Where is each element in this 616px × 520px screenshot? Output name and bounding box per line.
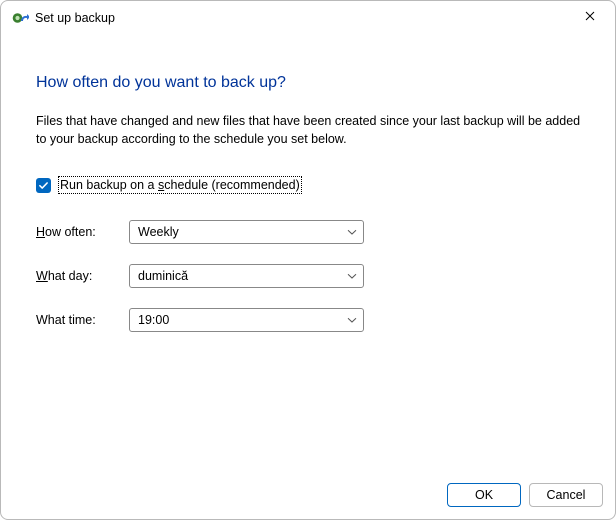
content-area: How often do you want to back up? Files … (36, 74, 587, 352)
schedule-checkbox-label[interactable]: Run backup on a schedule (recommended) (58, 176, 302, 194)
schedule-checkbox[interactable] (36, 178, 51, 193)
dialog-footer: OK Cancel (447, 483, 603, 507)
titlebar: Set up backup (1, 1, 615, 35)
description-text: Files that have changed and new files th… (36, 112, 587, 148)
close-icon (585, 11, 595, 21)
window-title: Set up backup (35, 11, 115, 25)
checkmark-icon (38, 180, 49, 191)
chevron-down-icon (347, 227, 357, 237)
cancel-button[interactable]: Cancel (529, 483, 603, 507)
chevron-down-icon (347, 315, 357, 325)
close-button[interactable] (571, 4, 609, 28)
page-title: How often do you want to back up? (36, 74, 587, 92)
schedule-checkbox-row: Run backup on a schedule (recommended) (36, 176, 587, 194)
how-often-select[interactable]: Weekly (129, 220, 364, 244)
chevron-down-icon (347, 271, 357, 281)
what-day-label: What day: (36, 269, 129, 283)
what-time-select[interactable]: 19:00 (129, 308, 364, 332)
how-often-label: How often: (36, 225, 129, 239)
what-time-label: What time: (36, 313, 129, 327)
ok-button[interactable]: OK (447, 483, 521, 507)
what-day-value: duminică (138, 269, 347, 283)
what-day-select[interactable]: duminică (129, 264, 364, 288)
what-time-row: What time: 19:00 (36, 308, 587, 332)
what-day-row: What day: duminică (36, 264, 587, 288)
dialog-window: Set up backup How often do you want to b… (0, 0, 616, 520)
backup-app-icon (12, 10, 29, 27)
how-often-value: Weekly (138, 225, 347, 239)
what-time-value: 19:00 (138, 313, 347, 327)
how-often-row: How often: Weekly (36, 220, 587, 244)
